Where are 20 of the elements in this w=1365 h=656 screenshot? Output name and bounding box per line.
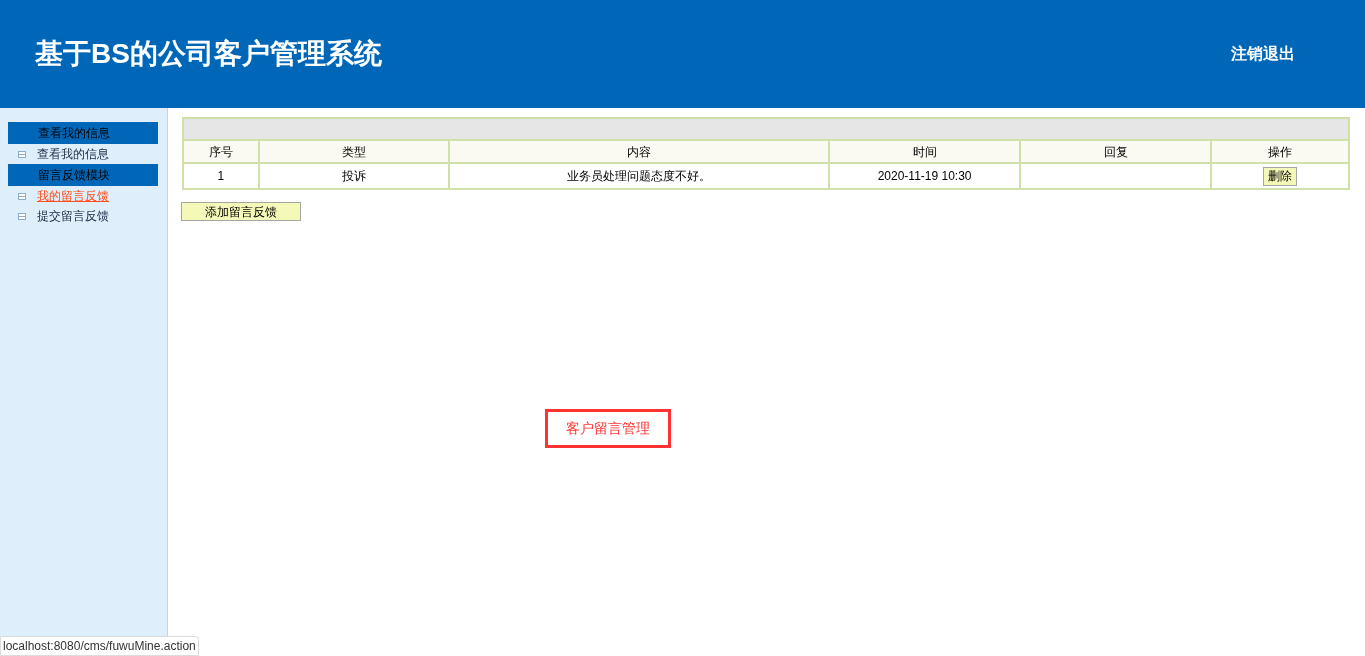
table-cell: 1 [184,164,260,188]
column-header: 时间 [830,141,1021,162]
app-title: 基于BS的公司客户管理系统 [35,37,382,71]
column-header: 回复 [1020,141,1213,162]
status-bar: localhost:8080/cms/fuwuMine.action [0,636,199,656]
delete-button[interactable]: 删除 [1263,166,1298,186]
sidebar-link[interactable]: 提交留言反馈 [37,207,109,225]
column-header: 内容 [450,141,831,162]
table-cell: 2020-11-19 10:30 [830,164,1021,188]
add-feedback-button[interactable]: 添加留言反馈 [181,202,301,221]
annotation-label: 客户留言管理 [545,409,671,448]
table-cell: 业务员处理问题态度不好。 [450,164,831,188]
section-header: 留言反馈模块 [8,164,158,186]
sidebar-link[interactable]: 查看我的信息 [37,145,109,163]
logout-link[interactable]: 注销退出 [1231,42,1295,66]
column-header: 类型 [259,141,451,162]
section-header: 查看我的信息 [8,122,158,144]
column-header: 序号 [184,141,260,162]
table-cell: 投诉 [259,164,451,188]
column-header: 操作 [1267,143,1294,161]
